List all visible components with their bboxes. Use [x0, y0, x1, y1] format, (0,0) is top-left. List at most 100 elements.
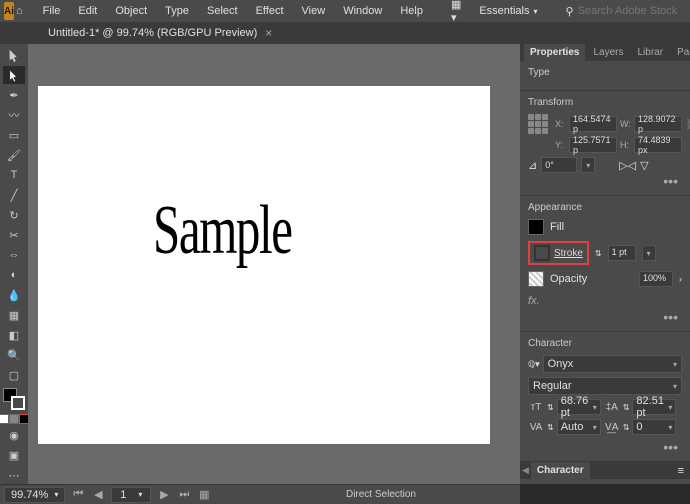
fx-label[interactable]: fx. [528, 293, 682, 309]
fill-swatch[interactable] [528, 219, 544, 235]
rotate-dropdown[interactable]: ▾ [581, 157, 595, 173]
rotate-field[interactable]: 0° [541, 157, 577, 173]
first-page-icon[interactable]: ⏮ [71, 488, 85, 502]
type-label: Type [528, 67, 682, 78]
opacity-field[interactable]: 100% [639, 271, 673, 287]
search-icon: ⚲ [566, 5, 574, 18]
home-icon[interactable]: ⌂ [16, 2, 23, 20]
panel-menu-icon[interactable]: ≡ [678, 465, 690, 477]
gradient-tool[interactable]: ▦ [3, 306, 25, 324]
opacity-swatch[interactable] [528, 271, 544, 287]
menu-select[interactable]: Select [199, 2, 246, 20]
stroke-swatch[interactable] [534, 245, 550, 261]
kerning-icon: VA [528, 420, 544, 434]
scissors-tool[interactable]: ✂ [3, 226, 25, 244]
font-style-field[interactable]: Regular▾ [528, 377, 682, 395]
line-tool[interactable]: ╱ [3, 186, 25, 204]
h-field[interactable]: 74.4839 px [634, 137, 682, 153]
rectangle-tool[interactable]: ▭ [3, 126, 25, 144]
artboard[interactable]: Sample [38, 86, 490, 444]
canvas-area[interactable]: Sample [28, 44, 520, 484]
pen-tool[interactable]: ✒ [3, 86, 25, 104]
menu-effect[interactable]: Effect [248, 2, 292, 20]
width-tool[interactable]: ⇔ [3, 246, 25, 264]
w-field[interactable]: 128.9072 p [634, 116, 682, 132]
eraser-tool[interactable]: ◧ [3, 326, 25, 344]
page-field[interactable]: 1▾ [111, 487, 151, 503]
app-logo: Ai [4, 2, 14, 20]
kerning-field[interactable]: Auto▾ [557, 419, 601, 435]
menu-type[interactable]: Type [157, 2, 197, 20]
tracking-icon: V͟A [604, 420, 620, 434]
font-size-field[interactable]: 68.76 pt▾ [557, 399, 601, 415]
top-menu-bar: Ai ⌂ File Edit Object Type Select Effect… [0, 0, 690, 22]
shape-builder-tool[interactable]: ◐ [3, 266, 25, 284]
flip-h-icon[interactable]: ▷◁ [619, 159, 636, 172]
rotate-icon: ⊿ [528, 159, 537, 172]
direct-selection-tool[interactable] [3, 66, 25, 84]
tab-libraries[interactable]: Librar [631, 44, 669, 61]
leading-field[interactable]: 82.51 pt▾ [632, 399, 676, 415]
leading-icon: ‡A [604, 400, 620, 414]
document-tabs: Untitled-1* @ 99.74% (RGB/GPU Preview) × [0, 22, 690, 44]
last-page-icon[interactable]: ⏭ [177, 488, 191, 502]
draw-mode[interactable]: ◉ [3, 426, 25, 444]
tools-panel: ✒ 〰 ▭ 🖌 T ╱ ↻ ✂ ⇔ ◐ 💧 ▦ ◧ 🔍 ▢ ◉ ▣ ⋯ [0, 44, 28, 484]
prev-page-icon[interactable]: ◀ [91, 488, 105, 502]
color-modes[interactable] [0, 414, 29, 424]
tab-properties[interactable]: Properties [524, 44, 585, 61]
stroke-label[interactable]: Stroke [554, 248, 583, 259]
edit-toolbar[interactable]: ⋯ [3, 466, 25, 484]
arrange-docs-icon[interactable]: ▦ ▾ [443, 0, 469, 27]
search-input[interactable] [578, 5, 690, 17]
fill-label: Fill [550, 221, 564, 233]
selection-tool[interactable] [3, 46, 25, 64]
opacity-label[interactable]: Opacity [550, 273, 587, 285]
font-family-field[interactable]: Onyx▾ [543, 355, 682, 373]
appearance-title: Appearance [528, 202, 682, 213]
workspace-switcher[interactable]: Essentials ▾ [471, 2, 545, 20]
document-tab[interactable]: Untitled-1* @ 99.74% (RGB/GPU Preview) × [36, 23, 284, 43]
reference-point[interactable] [528, 114, 548, 134]
stroke-stepper-icon[interactable]: ⇅ [595, 249, 602, 258]
type-tool[interactable]: T [3, 166, 25, 184]
menu-object[interactable]: Object [107, 2, 155, 20]
stroke-weight-field[interactable]: 1 pt [608, 245, 636, 261]
zoom-field[interactable]: 99.74%▾ [4, 487, 65, 503]
tab-layers[interactable]: Layers [587, 44, 629, 61]
flip-v-icon[interactable]: ▽ [640, 159, 648, 172]
next-page-icon[interactable]: ▶ [157, 488, 171, 502]
opacity-arrow-icon[interactable]: › [679, 274, 682, 284]
menu-window[interactable]: Window [335, 2, 390, 20]
tab-character-2[interactable]: Character [531, 462, 590, 479]
sample-text-object[interactable]: Sample [153, 191, 292, 271]
font-size-icon: тT [528, 400, 544, 414]
zoom-tool[interactable]: 🔍 [3, 346, 25, 364]
stroke-highlight: Stroke [528, 241, 589, 265]
stroke-dropdown[interactable]: ▾ [642, 245, 656, 261]
eyedropper-tool[interactable]: 💧 [3, 286, 25, 304]
appearance-more[interactable]: ••• [528, 309, 682, 325]
fill-stroke-indicator[interactable] [3, 388, 25, 410]
screen-mode[interactable]: ▣ [3, 446, 25, 464]
tab-paragraph[interactable]: Parag [671, 44, 690, 61]
tracking-field[interactable]: 0▾ [632, 419, 676, 435]
curvature-tool[interactable]: 〰 [3, 106, 25, 124]
link-icon[interactable]: ⛓ [685, 118, 690, 131]
right-panels: Properties Layers Librar Parag Open Type… [520, 44, 690, 484]
menu-edit[interactable]: Edit [70, 2, 105, 20]
paintbrush-tool[interactable]: 🖌 [3, 146, 25, 164]
more-options[interactable]: ••• [528, 173, 682, 189]
close-icon[interactable]: × [265, 26, 272, 40]
character-more[interactable]: ••• [528, 439, 682, 455]
artboard-tool[interactable]: ▢ [3, 366, 25, 384]
rotate-tool[interactable]: ↻ [3, 206, 25, 224]
x-field[interactable]: 164.5474 p [569, 116, 617, 132]
character-title: Character [528, 338, 682, 349]
menu-file[interactable]: File [35, 2, 69, 20]
y-field[interactable]: 125.7571 p [569, 137, 617, 153]
artboard-nav-icon[interactable]: ▦ [197, 488, 211, 502]
menu-help[interactable]: Help [392, 2, 431, 20]
stock-search[interactable]: ⚲ [558, 5, 690, 18]
menu-view[interactable]: View [294, 2, 334, 20]
